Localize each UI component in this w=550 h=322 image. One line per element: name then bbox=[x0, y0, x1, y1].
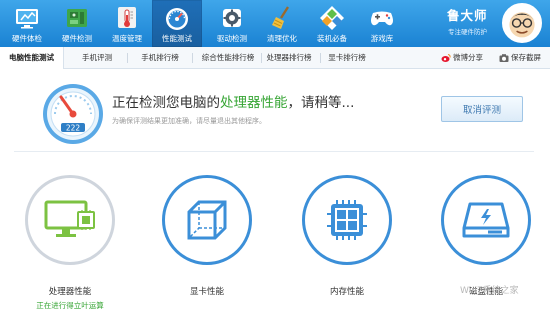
card-gpu-performance[interactable]: 显卡性能 bbox=[162, 175, 252, 315]
gauge-value: 222 bbox=[66, 124, 81, 133]
card-cpu-performance[interactable]: 处理器性能 正在进行得立叶运算 bbox=[25, 175, 115, 315]
nav-label: 清理优化 bbox=[267, 34, 297, 43]
tab-separator bbox=[320, 53, 321, 63]
tab-bar: 电脑性能测试 手机评测 手机排行榜 综合性能排行榜 处理器排行榜 显卡排行榜 微… bbox=[0, 47, 550, 69]
thermometer-icon bbox=[118, 7, 136, 28]
section-divider bbox=[14, 151, 534, 152]
app-grid-icon bbox=[320, 6, 344, 30]
cancel-test-button[interactable]: 取消评测 bbox=[441, 96, 523, 122]
weibo-icon bbox=[441, 54, 451, 62]
card-ring bbox=[302, 175, 392, 265]
cube-icon bbox=[187, 200, 227, 240]
nav-label: 驱动检测 bbox=[217, 34, 247, 43]
tab-pc-performance[interactable]: 电脑性能测试 bbox=[0, 47, 64, 69]
nav-item-performance-test[interactable]: 性能测试 bbox=[152, 0, 202, 47]
nav-item-essentials[interactable]: 装机必备 bbox=[307, 0, 357, 47]
card-ring bbox=[162, 175, 252, 265]
card-ring bbox=[441, 175, 531, 265]
save-screenshot-label: 保存截屏 bbox=[511, 53, 541, 62]
camera-icon bbox=[499, 54, 509, 62]
tab-overall-ranking[interactable]: 综合性能排行榜 bbox=[196, 47, 260, 69]
nav-label: 游戏库 bbox=[370, 34, 394, 43]
status-title-suffix: ，请稍等... bbox=[287, 95, 355, 111]
nav-label: 硬件检测 bbox=[62, 34, 92, 43]
gamepad-icon bbox=[371, 11, 393, 26]
weibo-share-button[interactable]: 微博分享 bbox=[441, 47, 483, 69]
tab-cpu-ranking[interactable]: 处理器排行榜 bbox=[262, 47, 316, 69]
nav-item-hardware-detection[interactable]: 硬件检测 bbox=[52, 0, 102, 47]
card-memory-performance[interactable]: 内存性能 bbox=[302, 175, 392, 315]
nav-item-cleanup[interactable]: 清理优化 bbox=[257, 0, 307, 47]
card-ring bbox=[25, 175, 115, 265]
watermark: Win7系统之家 bbox=[460, 286, 519, 296]
status-subtitle: 为确保评测结果更加准确，请尽量退出其他程序。 bbox=[112, 117, 266, 125]
card-label: 显卡性能 bbox=[189, 287, 224, 297]
tab-phone-ranking[interactable]: 手机排行榜 bbox=[132, 47, 188, 69]
nav-label: 温度管理 bbox=[112, 34, 142, 43]
mascot-avatar-icon bbox=[509, 12, 535, 38]
status-title-highlight: 处理器性能 bbox=[220, 95, 288, 111]
status-title-prefix: 正在检测您电脑的 bbox=[112, 95, 220, 111]
broom-icon bbox=[272, 6, 290, 29]
circuit-board-icon bbox=[67, 9, 87, 27]
card-label: 内存性能 bbox=[329, 287, 364, 297]
nav-label: 装机必备 bbox=[317, 34, 347, 43]
brand-title: 鲁大师 bbox=[447, 8, 488, 23]
top-toolbar: 硬件体检 硬件检测 温度管理 性能测试 驱动检测 清理优化 装机必备 游戏库 鲁… bbox=[0, 0, 550, 47]
hard-drive-icon bbox=[462, 202, 510, 238]
brand-subtitle: 专注硬件防护 bbox=[448, 28, 487, 36]
monitor-icon bbox=[16, 9, 38, 29]
nav-label: 性能测试 bbox=[162, 34, 192, 43]
save-screenshot-button[interactable]: 保存截屏 bbox=[499, 47, 541, 69]
nav-item-game-library[interactable]: 游戏库 bbox=[357, 0, 407, 47]
nav-item-driver-detection[interactable]: 驱动检测 bbox=[207, 0, 257, 47]
card-label: 处理器性能 bbox=[48, 287, 92, 297]
card-status: 正在进行得立叶运算 bbox=[36, 301, 104, 310]
nav-item-hardware-checkup[interactable]: 硬件体检 bbox=[2, 0, 52, 47]
tab-separator bbox=[127, 53, 128, 63]
speedometer-gauge-icon: 222 bbox=[43, 84, 103, 144]
speedometer-icon bbox=[166, 8, 188, 30]
nav-label: 硬件体检 bbox=[12, 34, 42, 43]
nav-item-temperature[interactable]: 温度管理 bbox=[102, 0, 152, 47]
tab-phone-review[interactable]: 手机评测 bbox=[72, 47, 122, 69]
weibo-share-label: 微博分享 bbox=[453, 53, 483, 62]
memory-chip-icon bbox=[327, 200, 367, 240]
tab-separator bbox=[192, 53, 193, 63]
avatar[interactable] bbox=[502, 3, 542, 43]
tab-gpu-ranking[interactable]: 显卡排行榜 bbox=[323, 47, 371, 69]
cpu-monitor-icon bbox=[44, 200, 95, 237]
status-title: 正在检测您电脑的处理器性能，请稍等... bbox=[112, 91, 354, 111]
gear-icon bbox=[223, 9, 241, 27]
